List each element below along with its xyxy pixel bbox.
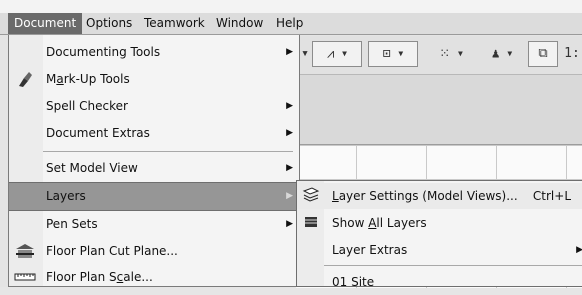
menu-options[interactable]: Options xyxy=(80,13,138,34)
menu-separator xyxy=(324,265,582,266)
menu-item-label: Layers xyxy=(46,189,86,203)
menu-document[interactable]: Document xyxy=(8,13,83,34)
dimension-tool-icon[interactable]: ⊡ ▼ xyxy=(368,41,418,67)
mnemonic-underline: A xyxy=(368,216,377,230)
layers-submenu: Layer Settings (Model Views)... Ctrl+L S… xyxy=(296,180,582,289)
pen-tool-icon[interactable]: ⩘ ▼ xyxy=(312,41,362,67)
menu-item-label: Document Extras xyxy=(46,126,150,140)
menu-item-layer-settings[interactable]: Layer Settings (Model Views)... Ctrl+L xyxy=(297,183,582,209)
menu-item-floor-plan-cut-plane[interactable]: Floor Plan Cut Plane... xyxy=(9,238,299,265)
menu-item-label: Mark-Up Tools xyxy=(46,72,130,86)
menu-window[interactable]: Window xyxy=(210,13,269,34)
floor-plan-scale-icon xyxy=(13,267,37,288)
menu-item-layer-extras[interactable]: Layer Extras ▶ xyxy=(297,237,582,263)
snap-grid-icon[interactable]: ⁙ ▼ xyxy=(426,41,476,67)
tool-dropdown-icon[interactable]: ▾ xyxy=(298,41,312,67)
submenu-arrow-icon: ▶ xyxy=(286,101,293,111)
menu-item-set-model-view[interactable]: Set Model View ▶ xyxy=(9,155,299,182)
document-menu: Documenting Tools ▶ Mark-Up Tools Spell … xyxy=(8,35,300,287)
keyboard-shortcut: Ctrl+L xyxy=(532,189,571,203)
menu-item-label: 01 Site xyxy=(332,275,375,289)
submenu-arrow-icon: ▶ xyxy=(576,245,582,255)
menu-item-documenting-tools[interactable]: Documenting Tools ▶ xyxy=(9,39,299,66)
menu-item-label: Documenting Tools xyxy=(46,45,161,59)
menu-item-document-extras[interactable]: Document Extras ▶ xyxy=(9,120,299,147)
layer-settings-icon xyxy=(301,186,321,206)
menu-item-pen-sets[interactable]: Pen Sets ▶ xyxy=(9,211,299,238)
menu-item-mark-up-tools[interactable]: Mark-Up Tools xyxy=(9,66,299,93)
menu-item-layer-combination-site[interactable]: 01 Site xyxy=(297,269,582,295)
grid-line xyxy=(296,145,582,146)
mnemonic-underline: c xyxy=(116,270,124,284)
info-palette xyxy=(296,74,582,145)
menu-item-show-all-layers[interactable]: Show All Layers xyxy=(297,210,582,236)
cut-plane-icon xyxy=(13,241,37,262)
menu-item-label: Set Model View xyxy=(46,161,138,175)
menu-item-label: Floor Plan Cut Plane... xyxy=(46,244,178,258)
mnemonic-underline: L xyxy=(332,189,339,203)
scale-ruler-icon[interactable]: 1: xyxy=(562,41,582,67)
menu-bar: Document Options Teamwork Window Help xyxy=(0,13,582,35)
menu-item-spell-checker[interactable]: Spell Checker ▶ xyxy=(9,93,299,120)
show-layers-icon xyxy=(301,213,321,233)
menu-item-label: Show All Layers xyxy=(332,216,427,230)
pin-tool-icon[interactable]: ♟ ▼ xyxy=(482,41,522,67)
menu-separator xyxy=(43,151,293,152)
submenu-arrow-icon: ▶ xyxy=(286,191,293,201)
markup-pen-icon xyxy=(13,69,37,90)
mnemonic-underline: a xyxy=(56,72,64,86)
menu-item-label: Layer Extras xyxy=(332,243,408,257)
toolbar: ▾ ⩘ ▼ ⊡ ▼ ⁙ ▼ ♟ ▼ ⧉ 1: xyxy=(296,36,582,74)
submenu-arrow-icon: ▶ xyxy=(286,47,293,57)
menu-item-label: Pen Sets xyxy=(46,217,98,231)
menu-help[interactable]: Help xyxy=(270,13,309,34)
menu-item-layers[interactable]: Layers ▶ xyxy=(9,182,299,211)
submenu-arrow-icon: ▶ xyxy=(286,128,293,138)
submenu-arrow-icon: ▶ xyxy=(286,219,293,229)
window-title-strip xyxy=(0,0,582,13)
trace-reference-icon[interactable]: ⧉ xyxy=(528,41,558,67)
submenu-arrow-icon: ▶ xyxy=(286,163,293,173)
menu-item-label: Spell Checker xyxy=(46,99,128,113)
menu-teamwork[interactable]: Teamwork xyxy=(138,13,211,34)
menu-item-label: Layer Settings (Model Views)... xyxy=(332,189,518,203)
